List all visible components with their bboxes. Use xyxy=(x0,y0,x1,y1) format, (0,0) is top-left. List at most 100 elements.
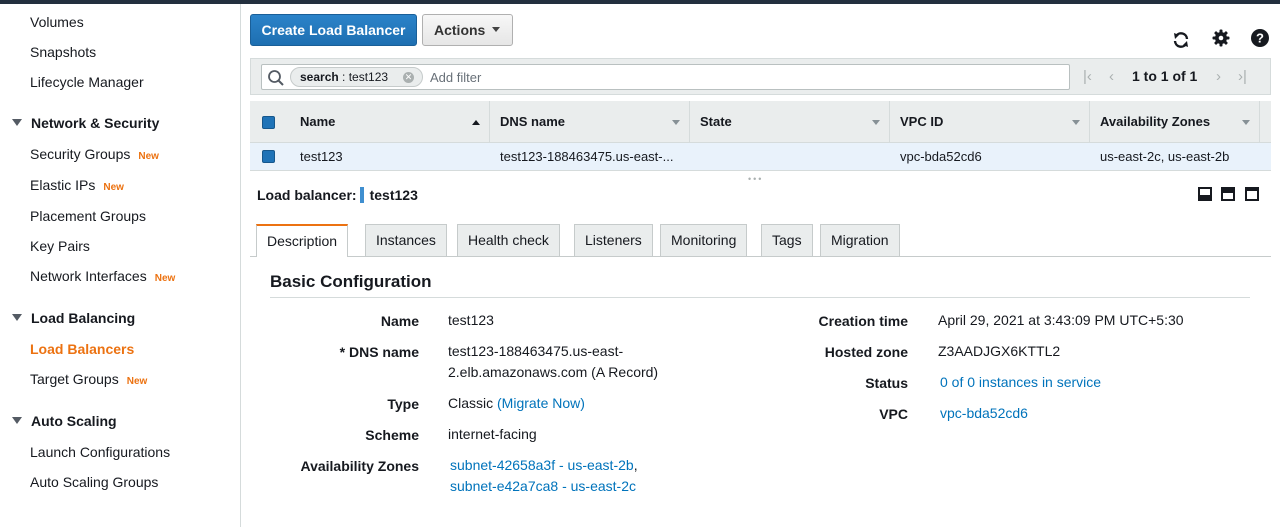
sidebar-section-load-balancing[interactable]: Load Balancing xyxy=(12,310,135,326)
sidebar-item-label: Network Interfaces xyxy=(30,268,147,284)
section-title: Basic Configuration xyxy=(270,272,432,291)
availability-zones-label: Availability Zones xyxy=(300,458,419,474)
sidebar-item-auto-scaling-groups[interactable]: Auto Scaling Groups xyxy=(30,474,158,490)
tab-description[interactable]: Description xyxy=(256,224,349,257)
sidebar-item-launch-configurations[interactable]: Launch Configurations xyxy=(30,444,170,460)
name-label: Name xyxy=(380,313,419,329)
vpc-link[interactable]: vpc-bda52cd6 xyxy=(940,403,1028,424)
type-label: Type xyxy=(387,396,419,412)
refresh-icon[interactable] xyxy=(1171,30,1191,50)
caret-down-icon xyxy=(12,119,22,126)
sidebar-section-label: Auto Scaling xyxy=(31,413,117,429)
section-divider xyxy=(270,297,1250,298)
column-label: State xyxy=(700,114,732,129)
new-badge: New xyxy=(154,273,176,284)
sidebar-item-snapshots[interactable]: Snapshots xyxy=(30,44,96,60)
details-title: Load balancer: test123 xyxy=(257,187,418,203)
hosted-zone-label: Hosted zone xyxy=(824,344,908,360)
gear-icon[interactable] xyxy=(1211,28,1231,48)
search-icon xyxy=(268,70,284,86)
vpc-label: VPC xyxy=(879,406,908,422)
tab-listeners[interactable]: Listeners xyxy=(574,224,653,256)
tab-monitoring[interactable]: Monitoring xyxy=(660,224,748,256)
availability-zones-value: subnet-42658a3f - us-east-2b, subnet-e42… xyxy=(450,455,638,497)
sidebar-item-network-interfaces[interactable]: Network Interfaces New xyxy=(30,268,175,284)
tab-tags[interactable]: Tags xyxy=(761,224,813,256)
cell-dns-name: test123-188463475.us-east-... xyxy=(500,149,674,164)
column-header-state[interactable]: State xyxy=(690,101,890,143)
row-checkbox[interactable] xyxy=(262,150,275,163)
column-label: DNS name xyxy=(500,114,566,129)
sidebar-section-label: Network & Security xyxy=(31,115,160,131)
actions-dropdown-button[interactable]: Actions xyxy=(422,14,513,46)
migrate-now-link[interactable]: (Migrate Now) xyxy=(497,395,585,411)
sidebar-item-placement-groups[interactable]: Placement Groups xyxy=(30,208,146,224)
select-all-checkbox[interactable] xyxy=(262,116,275,129)
separator: , xyxy=(633,457,638,473)
filter-token-value: test123 xyxy=(348,70,389,84)
type-text: Classic xyxy=(448,395,494,411)
scheme-label: Scheme xyxy=(365,427,419,443)
caret-down-icon xyxy=(12,314,22,321)
subnet-link[interactable]: subnet-e42a7ca8 - us-east-2c xyxy=(450,478,636,494)
tab-instances[interactable]: Instances xyxy=(365,224,447,256)
creation-time-label: Creation time xyxy=(818,313,908,329)
sidebar-section-label: Load Balancing xyxy=(31,310,136,326)
sidebar-item-load-balancers[interactable]: Load Balancers xyxy=(30,341,134,357)
sidebar-item-elastic-ips[interactable]: Elastic IPs New xyxy=(30,177,124,193)
sidebar: Volumes Snapshots Lifecycle Manager Netw… xyxy=(0,4,241,527)
new-badge: New xyxy=(126,376,148,387)
add-filter-input[interactable] xyxy=(430,68,1050,86)
resize-handle[interactable]: ••• xyxy=(748,175,763,184)
sort-icon xyxy=(1242,120,1250,125)
scheme-value: internet-facing xyxy=(448,426,537,442)
sidebar-item-volumes[interactable]: Volumes xyxy=(30,14,84,30)
sidebar-item-lifecycle-manager[interactable]: Lifecycle Manager xyxy=(30,74,144,90)
first-page-icon[interactable]: |‹ xyxy=(1083,59,1092,94)
column-label: Availability Zones xyxy=(1100,114,1211,129)
remove-filter-icon[interactable]: ✕ xyxy=(403,72,414,83)
sort-icon xyxy=(872,120,880,125)
type-value: Classic (Migrate Now) xyxy=(448,393,585,414)
selection-marker xyxy=(359,187,364,203)
main-panel: Create Load Balancer Actions ? search: … xyxy=(241,4,1280,527)
column-header-availability-zones[interactable]: Availability Zones xyxy=(1090,101,1260,143)
chevron-down-icon xyxy=(492,27,500,32)
svg-text:?: ? xyxy=(1256,31,1264,46)
status-label: Status xyxy=(865,375,908,391)
next-page-icon[interactable]: › xyxy=(1216,59,1221,94)
prev-page-icon[interactable]: ‹ xyxy=(1109,59,1114,94)
filter-token[interactable]: search : test123 ✕ xyxy=(290,67,423,87)
sidebar-item-security-groups[interactable]: Security Groups New xyxy=(30,146,159,162)
layout-split-icon[interactable] xyxy=(1221,187,1235,201)
column-header-name[interactable]: Name xyxy=(290,101,490,143)
column-header-dns-name[interactable]: DNS name xyxy=(490,101,690,143)
dns-name-label: * DNS name xyxy=(339,344,419,360)
sidebar-item-key-pairs[interactable]: Key Pairs xyxy=(30,238,90,254)
details-title-value: test123 xyxy=(369,187,418,203)
subnet-link[interactable]: subnet-42658a3f - us-east-2b xyxy=(450,457,634,473)
tab-migration[interactable]: Migration xyxy=(820,224,900,256)
layout-bottom-icon[interactable] xyxy=(1198,187,1212,201)
layout-full-icon[interactable] xyxy=(1245,187,1259,201)
instances-status-link[interactable]: 0 of 0 instances in service xyxy=(940,372,1101,393)
last-page-icon[interactable]: ›| xyxy=(1238,59,1247,94)
cell-name: test123 xyxy=(300,149,343,164)
filter-token-key: search xyxy=(300,70,339,84)
table-header: Name DNS name State VPC ID Availability … xyxy=(250,101,1271,143)
pagination-text: 1 to 1 of 1 xyxy=(1132,68,1198,84)
sidebar-section-auto-scaling[interactable]: Auto Scaling xyxy=(12,413,117,429)
help-icon[interactable]: ? xyxy=(1250,28,1270,48)
table-row[interactable]: test123 test123-188463475.us-east-... vp… xyxy=(250,143,1271,171)
cell-availability-zones: us-east-2c, us-east-2b xyxy=(1100,149,1230,164)
caret-down-icon xyxy=(12,417,22,424)
search-box[interactable]: search : test123 ✕ xyxy=(261,64,1070,90)
column-header-vpc-id[interactable]: VPC ID xyxy=(890,101,1090,143)
sidebar-section-network-security[interactable]: Network & Security xyxy=(12,115,159,131)
tab-health-check[interactable]: Health check xyxy=(457,224,560,256)
tabs-divider xyxy=(250,256,1271,257)
sort-icon xyxy=(1072,120,1080,125)
sidebar-item-target-groups[interactable]: Target Groups New xyxy=(30,371,147,387)
create-load-balancer-button[interactable]: Create Load Balancer xyxy=(250,14,417,46)
sort-icon xyxy=(672,120,680,125)
